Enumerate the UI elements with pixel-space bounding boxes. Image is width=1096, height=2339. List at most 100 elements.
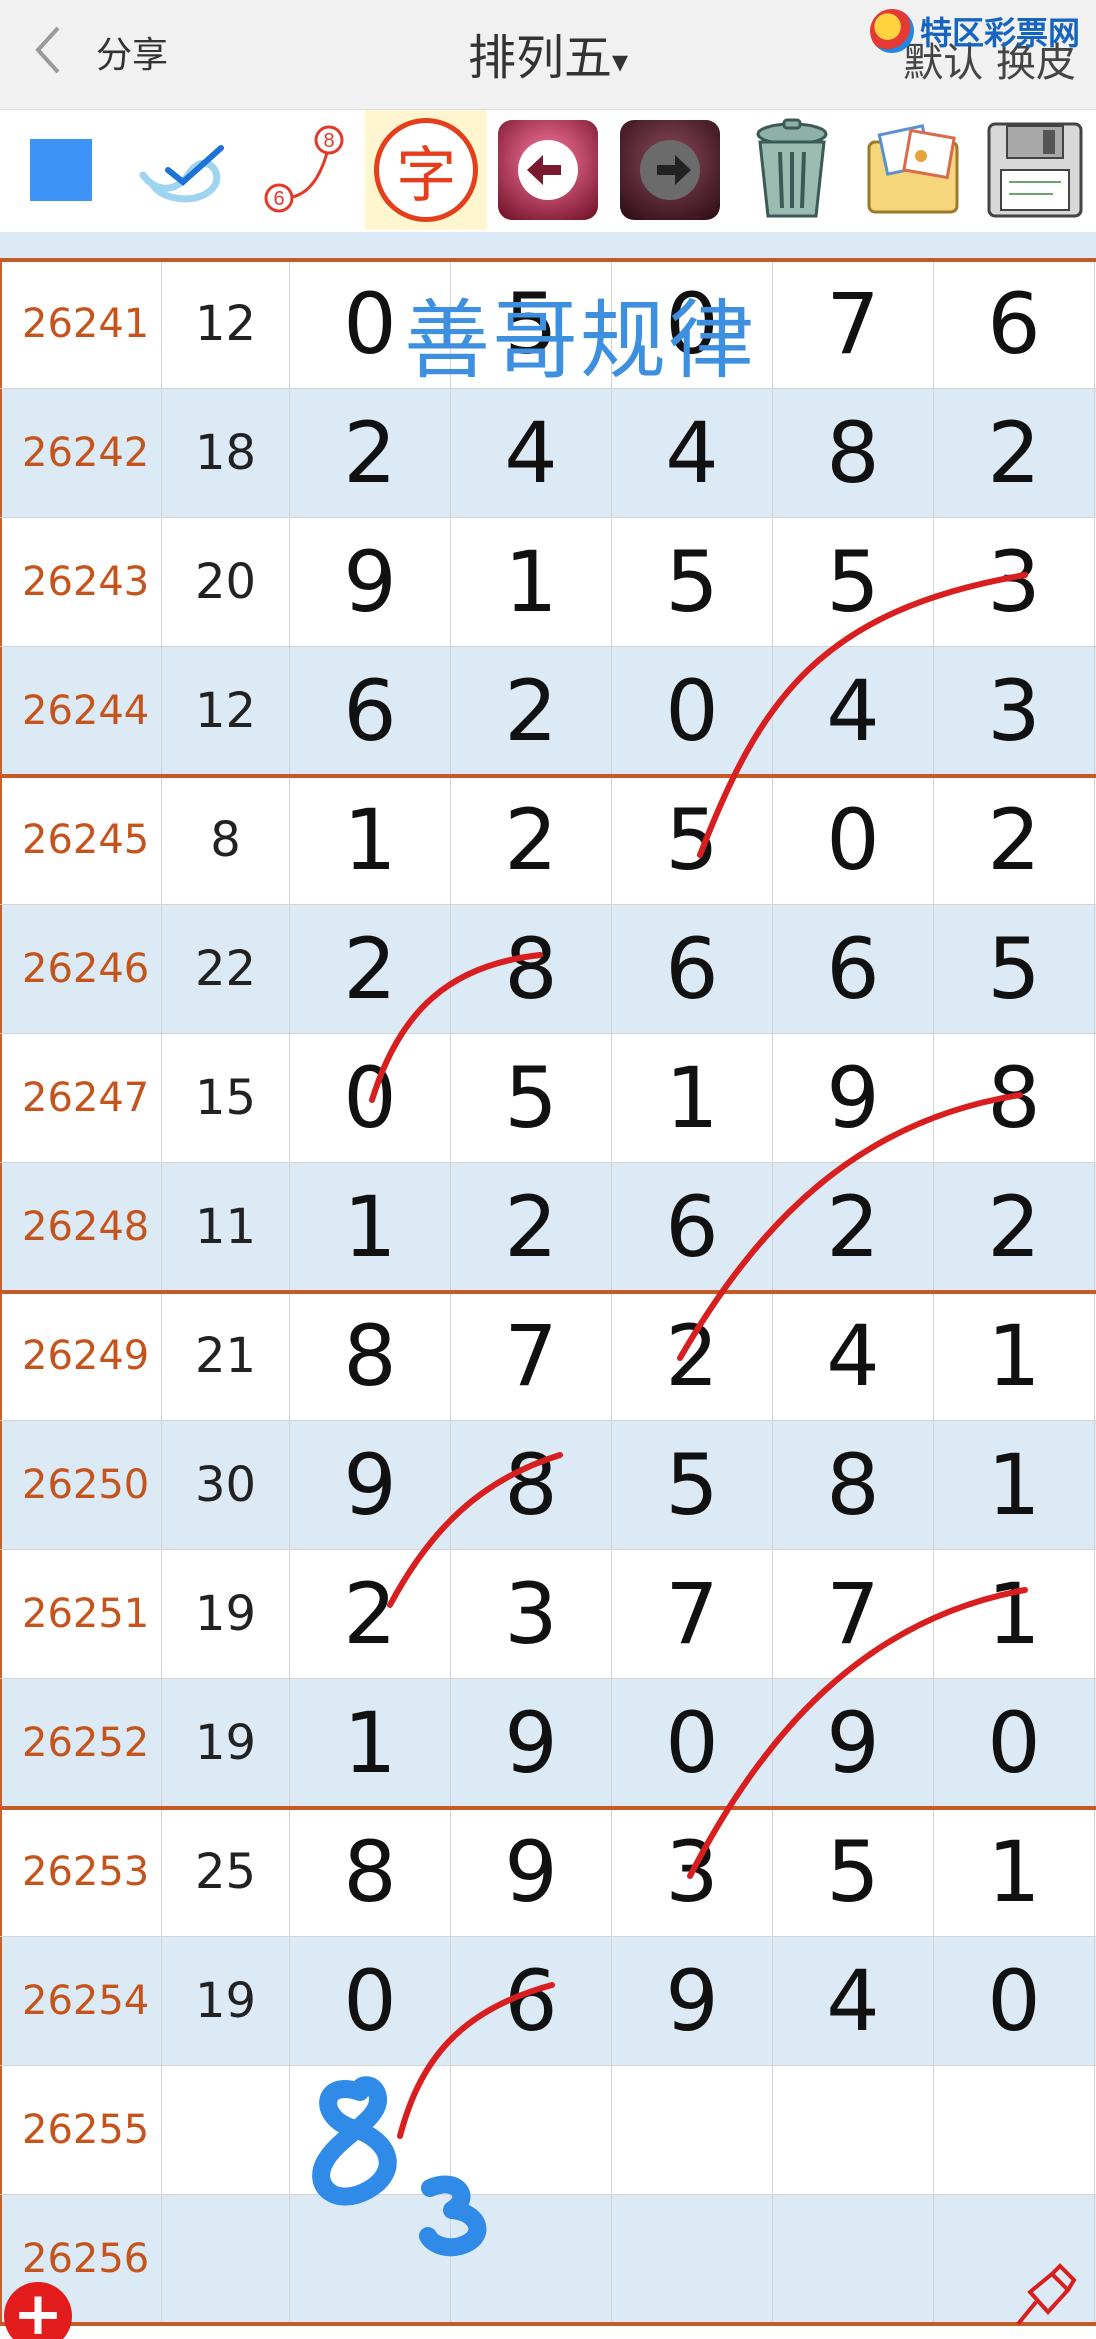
digit-cell-1[interactable]: 6 [290,647,451,775]
digit-cell-1[interactable]: 2 [290,905,451,1033]
digit-cell-5[interactable]: 8 [934,1034,1095,1162]
digit-cell-4[interactable]: 9 [773,1034,934,1162]
digit-cell-4[interactable]: 0 [773,776,934,904]
table-row[interactable]: 26243 20 9 1 5 5 3 [0,518,1096,647]
digit-cell-2[interactable]: 6 [451,1937,612,2065]
digit-cell-1[interactable]: 1 [290,776,451,904]
digit-cell-4[interactable]: 2 [773,1163,934,1291]
digit-cell-4[interactable]: 5 [773,1808,934,1936]
digit-cell-5[interactable]: 0 [934,1679,1095,1807]
digit-cell-2[interactable]: 9 [451,1808,612,1936]
digit-cell-4[interactable]: 8 [773,389,934,517]
digit-cell-1[interactable] [290,2066,451,2194]
digit-cell-4[interactable]: 7 [773,260,934,388]
digit-cell-3[interactable] [612,2066,773,2194]
digit-cell-2[interactable]: 2 [451,776,612,904]
table-row[interactable]: 26250 30 9 8 5 8 1 [0,1421,1096,1550]
digit-cell-4[interactable] [773,2195,934,2323]
digit-cell-2[interactable]: 8 [451,1421,612,1549]
digit-cell-1[interactable]: 8 [290,1808,451,1936]
pen-tool-icon[interactable] [122,110,244,230]
digit-cell-4[interactable]: 5 [773,518,934,646]
digit-cell-2[interactable]: 1 [451,518,612,646]
digit-cell-3[interactable]: 5 [612,1421,773,1549]
digit-cell-1[interactable] [290,2195,451,2323]
table-row[interactable]: 26254 19 0 6 9 4 0 [0,1937,1096,2066]
character-tool-button[interactable]: 字 [365,110,488,230]
digit-cell-3[interactable]: 5 [612,518,773,646]
table-row[interactable]: 26242 18 2 4 4 8 2 [0,389,1096,518]
digit-cell-5[interactable]: 1 [934,1550,1095,1678]
digit-cell-1[interactable]: 9 [290,518,451,646]
redo-button[interactable] [609,110,731,230]
digit-cell-5[interactable]: 1 [934,1421,1095,1549]
connect-numbers-icon[interactable]: 6 8 [244,110,366,230]
table-row[interactable]: 26251 19 2 3 7 7 1 [0,1550,1096,1679]
digit-cell-5[interactable]: 1 [934,1292,1095,1420]
digit-cell-4[interactable]: 4 [773,1937,934,2065]
digit-cell-1[interactable]: 1 [290,1679,451,1807]
digit-cell-5[interactable]: 2 [934,776,1095,904]
digit-cell-4[interactable]: 9 [773,1679,934,1807]
table-row[interactable]: 26252 19 1 9 0 9 0 [0,1679,1096,1808]
digit-cell-4[interactable]: 7 [773,1550,934,1678]
table-row[interactable]: 26246 22 2 8 6 6 5 [0,905,1096,1034]
digit-cell-1[interactable]: 0 [290,1034,451,1162]
digit-cell-2[interactable]: 9 [451,1679,612,1807]
digit-cell-5[interactable]: 2 [934,1163,1095,1291]
digit-cell-1[interactable]: 2 [290,1550,451,1678]
digit-cell-2[interactable]: 8 [451,905,612,1033]
digit-cell-1[interactable]: 2 [290,389,451,517]
add-button[interactable]: + [4,2282,72,2339]
digit-cell-3[interactable]: 7 [612,1550,773,1678]
digit-cell-2[interactable]: 2 [451,647,612,775]
square-tool-icon[interactable] [0,110,122,230]
digit-cell-2[interactable]: 5 [451,1034,612,1162]
digit-cell-3[interactable]: 1 [612,1034,773,1162]
save-icon[interactable] [974,110,1096,230]
digit-cell-5[interactable] [934,2066,1095,2194]
digit-cell-2[interactable]: 2 [451,1163,612,1291]
digit-cell-4[interactable]: 4 [773,1292,934,1420]
digit-cell-3[interactable]: 9 [612,1937,773,2065]
digit-cell-1[interactable]: 9 [290,1421,451,1549]
digit-cell-3[interactable]: 6 [612,1163,773,1291]
table-row[interactable]: 26255 [0,2066,1096,2195]
table-row[interactable]: 26244 12 6 2 0 4 3 [0,647,1096,776]
digit-cell-5[interactable]: 5 [934,905,1095,1033]
digit-cell-5[interactable]: 0 [934,1937,1095,2065]
digit-cell-4[interactable]: 4 [773,647,934,775]
digit-cell-5[interactable]: 3 [934,518,1095,646]
photo-album-icon[interactable] [852,110,974,230]
digit-cell-4[interactable]: 8 [773,1421,934,1549]
digit-cell-4[interactable] [773,2066,934,2194]
digit-cell-5[interactable]: 3 [934,647,1095,775]
digit-cell-2[interactable]: 3 [451,1550,612,1678]
trash-icon[interactable] [731,110,853,230]
digit-cell-3[interactable]: 3 [612,1808,773,1936]
table-row[interactable]: 26248 11 1 2 6 2 2 [0,1163,1096,1292]
table-row[interactable]: 26256 [0,2195,1096,2324]
digit-cell-5[interactable]: 2 [934,389,1095,517]
digit-cell-1[interactable]: 0 [290,1937,451,2065]
digit-cell-4[interactable]: 6 [773,905,934,1033]
digit-cell-3[interactable]: 4 [612,389,773,517]
digit-cell-3[interactable]: 2 [612,1292,773,1420]
digit-cell-2[interactable]: 4 [451,389,612,517]
digit-cell-3[interactable]: 0 [612,647,773,775]
digit-cell-2[interactable]: 7 [451,1292,612,1420]
digit-cell-5[interactable]: 1 [934,1808,1095,1936]
digit-cell-5[interactable]: 6 [934,260,1095,388]
digit-cell-2[interactable] [451,2195,612,2323]
digit-cell-1[interactable]: 8 [290,1292,451,1420]
digit-cell-3[interactable]: 6 [612,905,773,1033]
digit-cell-2[interactable] [451,2066,612,2194]
table-row[interactable]: 26245 8 1 2 5 0 2 [0,776,1096,905]
digit-cell-3[interactable] [612,2195,773,2323]
pin-icon[interactable] [1008,2262,1078,2332]
table-row[interactable]: 26249 21 8 7 2 4 1 [0,1292,1096,1421]
undo-button[interactable] [487,110,609,230]
table-row[interactable]: 26253 25 8 9 3 5 1 [0,1808,1096,1937]
table-row[interactable]: 26247 15 0 5 1 9 8 [0,1034,1096,1163]
digit-cell-3[interactable]: 0 [612,1679,773,1807]
